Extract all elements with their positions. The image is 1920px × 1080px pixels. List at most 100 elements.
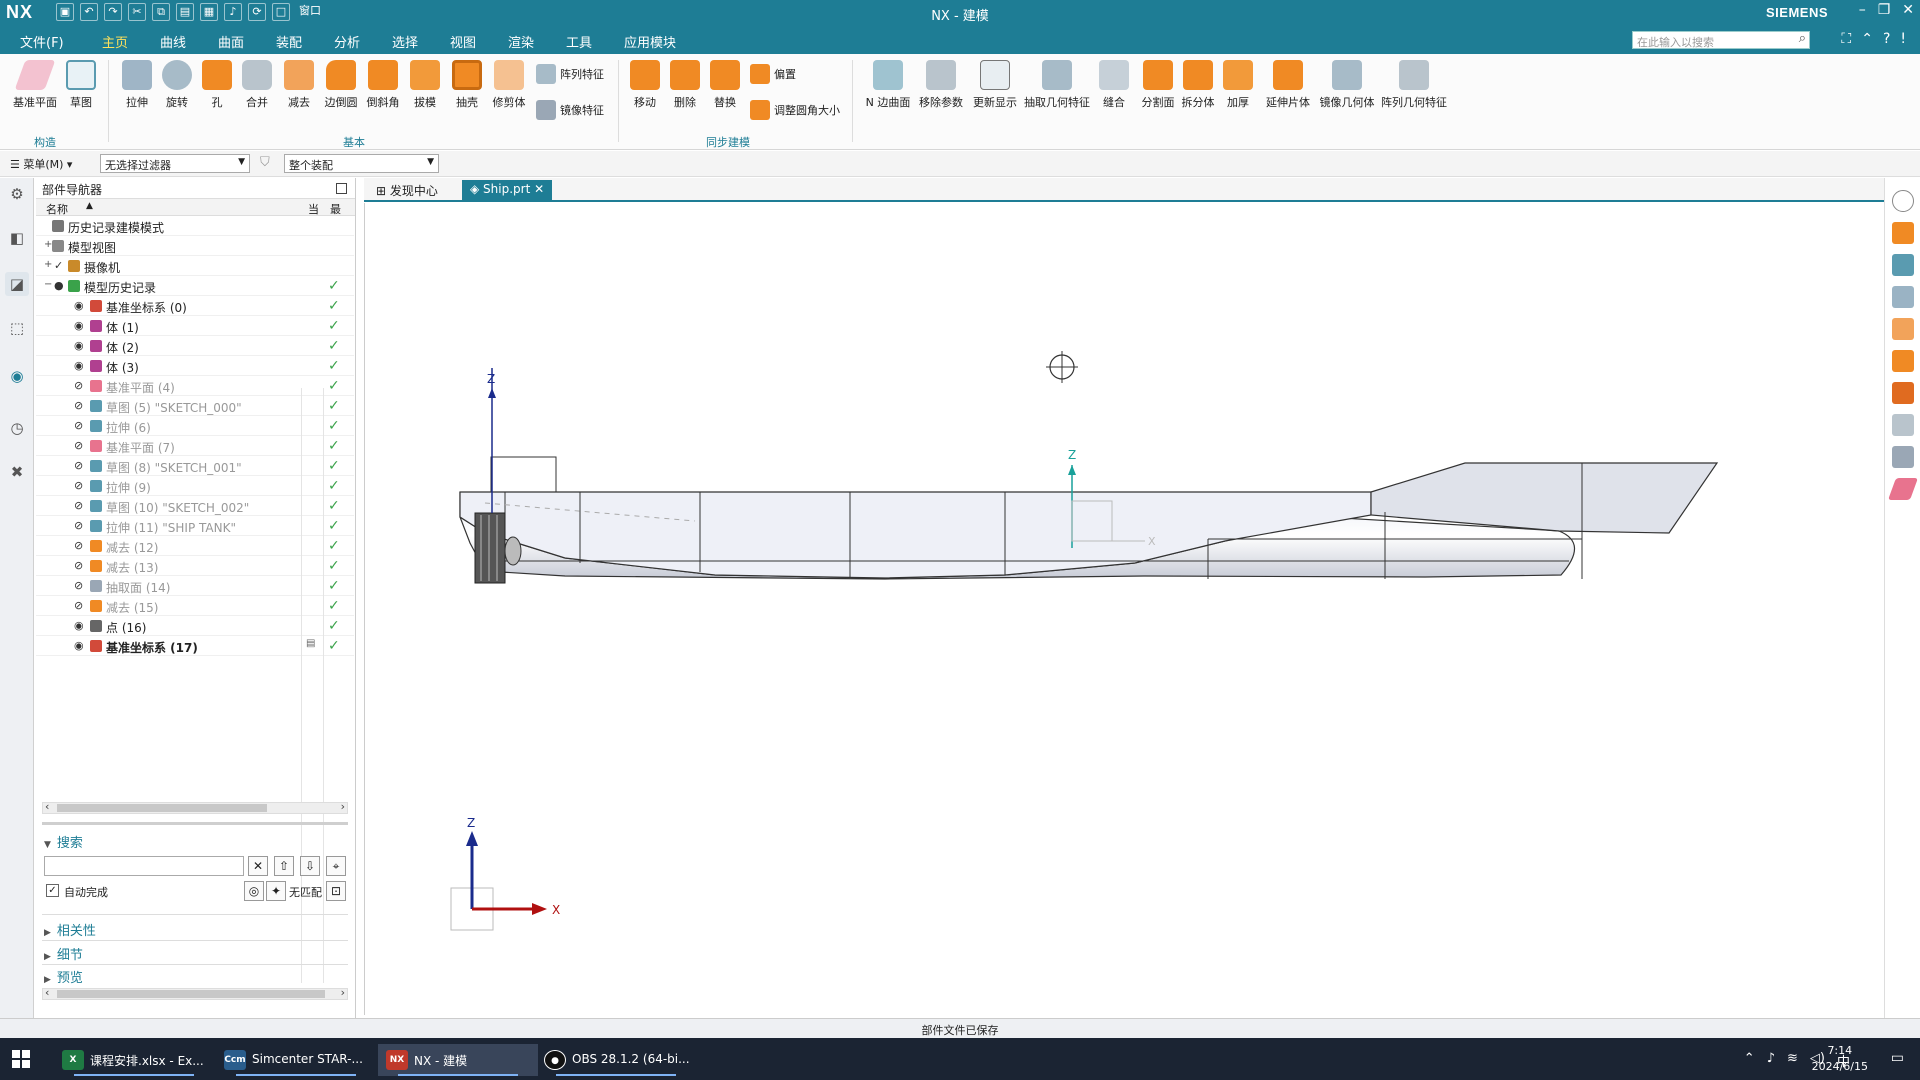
maximize-icon[interactable] [336,183,347,194]
n-sided-surface-button[interactable]: N 边曲面 [862,54,914,110]
restore-icon[interactable]: ❐ [1878,2,1891,18]
scroll-thumb[interactable] [57,990,325,998]
datum-plane-button[interactable]: 基准平面 [10,54,60,110]
preview-section[interactable]: ▶ 预览 [44,967,83,986]
visibility-icon[interactable]: ⊘ [74,539,83,552]
history-icon[interactable]: ◷ [5,416,29,440]
tree-node[interactable]: ⊘ 减去 (12) ✓ [36,536,354,556]
help-icon[interactable]: ? [1883,31,1890,47]
column-name[interactable]: 名称 [46,201,68,217]
ship-hull[interactable] [459,456,1719,584]
visibility-icon[interactable]: ✓ [54,259,63,272]
mic-icon[interactable]: ♪ [1767,1051,1775,1070]
panel-scrollbar[interactable]: ‹ › [42,986,348,1000]
visibility-icon[interactable]: ◉ [74,639,84,652]
pattern-icon[interactable] [1892,446,1914,468]
pattern-geometry-button[interactable]: 阵列几何特征 [1380,54,1448,110]
visibility-icon[interactable]: ◉ [74,359,84,372]
fullscreen-icon[interactable]: ⛶ [1841,31,1851,47]
material-icon[interactable] [1892,350,1914,372]
visibility-icon[interactable]: ⊘ [74,399,83,412]
tree-node[interactable]: + ✓ 摄像机 [36,256,354,276]
visibility-icon[interactable]: ⊘ [74,519,83,532]
visibility-icon[interactable]: ⊘ [74,439,83,452]
thicken-button[interactable]: 加厚 [1216,54,1260,110]
clear-icon[interactable]: ✕ [248,856,268,876]
tree-node[interactable]: ⊘ 减去 (15) ✓ [36,596,354,616]
tree-node[interactable]: ⊘ 抽取面 (14) ✓ [36,576,354,596]
navigator-search-input[interactable] [44,856,244,876]
minimize-icon[interactable]: – [1859,2,1866,18]
sew-button[interactable]: 缝合 [1092,54,1136,110]
tree-node[interactable]: 历史记录建模模式 [36,216,354,236]
mirror-geometry-button[interactable]: 镜像几何体 [1316,54,1378,110]
tab-view[interactable]: 视图 [450,32,476,51]
scope-dropdown[interactable]: 整个装配 ▼ [284,154,439,173]
wifi-icon[interactable]: ≋ [1787,1051,1798,1070]
tab-curve[interactable]: 曲线 [160,32,186,51]
system-clock[interactable]: 7:14 2024/6/15 [1812,1043,1868,1075]
visibility-icon[interactable]: ◉ [74,339,84,352]
tree-node[interactable]: ◉ 体 (2) ✓ [36,336,354,356]
settings-icon[interactable]: ⚙ [5,182,29,206]
tree-node[interactable]: ⊘ 基准平面 (7) ✓ [36,436,354,456]
scroll-thumb[interactable] [57,804,267,812]
part-navigator-icon[interactable]: ◪ [5,272,29,296]
visibility-icon[interactable]: ⊘ [74,599,83,612]
tab-home[interactable]: 主页 [102,32,129,56]
find-previous-icon[interactable]: ⇧ [274,856,294,876]
resize-blend-button[interactable]: 调整圆角大小 [750,100,840,120]
visibility-icon[interactable]: ◉ [74,619,84,632]
section-icon[interactable] [1892,318,1914,340]
tree-node[interactable]: ⊘ 草图 (8) "SKETCH_001" ✓ [36,456,354,476]
find-all-icon[interactable]: ⌖ [326,856,346,876]
visibility-icon[interactable]: ⊘ [74,559,83,572]
visibility-icon[interactable]: ● [54,279,64,292]
highlight-icon[interactable]: ✦ [266,881,286,901]
windows-start-icon[interactable] [12,1050,30,1068]
tree-node[interactable]: ⊘ 拉伸 (11) "SHIP TANK" ✓ [36,516,354,536]
roles-icon[interactable]: ✖ [5,460,29,484]
tree-node[interactable]: ◉ 基准坐标系 (17) ▤ ✓ [36,636,354,656]
collapse-ribbon-icon[interactable]: ⌃ [1861,31,1873,47]
scroll-right-icon[interactable]: › [341,986,345,999]
view-triad[interactable]: Z X [450,816,560,931]
search-icon[interactable]: ⌕ [1799,31,1806,46]
tree-node[interactable]: ⊘ 草图 (5) "SKETCH_000" ✓ [36,396,354,416]
tab-ship-prt[interactable]: ◈ Ship.prt ✕ [462,180,553,201]
divide-face-button[interactable]: 分割面 [1136,54,1180,110]
remove-params-button[interactable]: 移除参数 [914,54,968,110]
scroll-right-icon[interactable]: › [341,800,345,813]
visibility-icon[interactable]: ◉ [74,299,84,312]
column-latest[interactable]: 最 [330,201,341,217]
tree-node[interactable]: ⊘ 减去 (13) ✓ [36,556,354,576]
search-options-icon[interactable]: ◎ [244,881,264,901]
body-display-icon[interactable] [1892,414,1914,436]
taskbar-obs[interactable]: ● OBS 28.1.2 (64-bi... [536,1044,696,1076]
tree-node[interactable]: ⊘ 基准平面 (4) ✓ [36,376,354,396]
tree-node[interactable]: ◉ 基准坐标系 (0) ✓ [36,296,354,316]
hide-icon[interactable] [1892,190,1914,212]
tab-analysis[interactable]: 分析 [334,32,360,51]
mirror-feature-button[interactable]: 镜像特征 [536,100,604,120]
tab-discovery-center[interactable]: ⊞ 发现中心 [368,180,446,201]
expand-toggle-icon[interactable]: + [44,259,52,270]
close-tab-icon[interactable]: ✕ [534,182,544,196]
search-section[interactable]: ▼ 搜索 [44,832,83,851]
column-current[interactable]: 当 [308,201,319,217]
tab-assembly[interactable]: 装配 [276,32,302,51]
datum-plane-icon[interactable] [1887,478,1919,500]
taskbar-simcenter[interactable]: Ccm Simcenter STAR-... [216,1044,376,1076]
type-filter-dropdown[interactable]: 无选择过滤器 ▼ [100,154,250,173]
find-next-icon[interactable]: ⇩ [300,856,320,876]
visibility-icon[interactable]: ◉ [74,319,84,332]
shaded-icon[interactable] [1892,222,1914,244]
layer-icon[interactable] [1892,254,1914,276]
tab-select[interactable]: 选择 [392,32,418,51]
web-browser-icon[interactable]: ◉ [5,364,29,388]
assembly-navigator-icon[interactable]: ◧ [5,226,29,250]
scroll-left-icon[interactable]: ‹ [45,986,49,999]
visibility-icon[interactable]: ⊘ [74,379,83,392]
tree-node[interactable]: − ● 模型历史记录 ✓ [36,276,354,296]
replace-face-button[interactable]: 替换 [700,54,750,110]
